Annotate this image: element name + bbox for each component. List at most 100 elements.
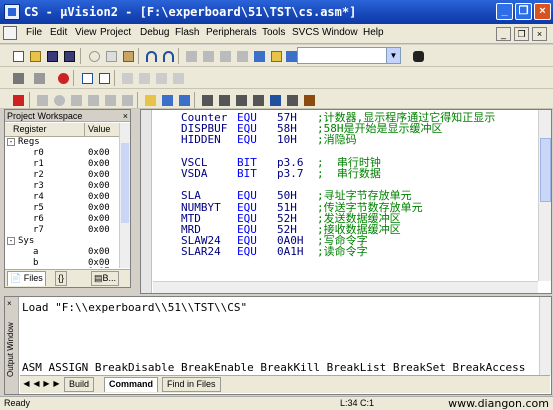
stop-icon[interactable]	[51, 92, 66, 107]
find-in-files-icon[interactable]	[268, 48, 283, 63]
cut-icon[interactable]	[86, 48, 101, 63]
menu-svcs[interactable]: SVCS	[292, 27, 319, 38]
find-next-icon[interactable]	[217, 48, 232, 63]
menu-debug[interactable]: Debug	[140, 27, 169, 38]
output-scrollbar[interactable]	[539, 297, 551, 375]
enable-breakpoint-icon[interactable]	[176, 92, 191, 107]
scrollbar-thumb[interactable]	[121, 143, 129, 223]
close-icon[interactable]: ×	[7, 299, 12, 308]
new-file-icon[interactable]	[10, 48, 25, 63]
register-row[interactable]: a 0x00	[5, 247, 120, 258]
tree-group-sys[interactable]: - Sys	[5, 236, 120, 247]
document-icon[interactable]	[3, 26, 17, 40]
bookmark-icon[interactable]	[183, 48, 198, 63]
find-prev-icon[interactable]	[200, 48, 215, 63]
mdi-minimize-button[interactable]: _	[496, 27, 511, 41]
tab-functions[interactable]: {}	[55, 271, 68, 286]
tab-build[interactable]: Build	[64, 377, 95, 392]
indent-icon[interactable]	[251, 48, 266, 63]
close-icon[interactable]: ×	[123, 111, 128, 121]
menu-help[interactable]: Help	[363, 27, 384, 38]
maximize-button[interactable]: ❐	[515, 3, 532, 20]
memory-window-icon[interactable]	[136, 70, 151, 85]
run-to-cursor-icon[interactable]	[119, 92, 134, 107]
step-out-icon[interactable]	[102, 92, 117, 107]
unindent-icon[interactable]	[283, 48, 298, 63]
register-row[interactable]: r6 0x00	[5, 214, 120, 225]
register-row[interactable]: r3 0x00	[5, 181, 120, 192]
collapse-icon[interactable]: -	[7, 237, 15, 245]
menu-peripherals[interactable]: Peripherals	[206, 27, 257, 38]
step-into-icon[interactable]	[68, 92, 83, 107]
trace-icon[interactable]	[250, 92, 265, 107]
column-register[interactable]: Register	[13, 124, 47, 134]
next-tab-icon[interactable]: ▶	[42, 379, 51, 389]
register-row[interactable]: r7 0x00	[5, 225, 120, 236]
menu-window[interactable]: Window	[322, 27, 358, 38]
tools-icon[interactable]	[284, 92, 299, 107]
register-row[interactable]: r2 0x00	[5, 170, 120, 181]
analysis-icon[interactable]	[199, 92, 214, 107]
menu-edit[interactable]: Edit	[50, 27, 67, 38]
performance-icon[interactable]	[216, 92, 231, 107]
tab-command[interactable]: Command	[104, 377, 159, 392]
mdi-restore-button[interactable]: ❐	[514, 27, 529, 41]
find-combo[interactable]: ▼	[297, 47, 401, 64]
column-value[interactable]: Value	[88, 124, 110, 134]
binoculars-icon[interactable]	[410, 48, 425, 63]
copy-icon[interactable]	[103, 48, 118, 63]
menu-view[interactable]: View	[75, 27, 97, 38]
save-icon[interactable]	[44, 48, 59, 63]
scrollbar-thumb[interactable]	[540, 138, 551, 202]
open-file-icon[interactable]	[27, 48, 42, 63]
reset-icon[interactable]	[10, 92, 25, 107]
tab-books[interactable]: ▤B...	[91, 271, 120, 286]
undo-icon[interactable]	[143, 48, 158, 63]
print-preview-icon[interactable]	[31, 70, 46, 85]
paste-icon[interactable]	[120, 48, 135, 63]
show-next-statement-icon[interactable]	[142, 92, 157, 107]
debug-session-icon[interactable]	[55, 70, 70, 85]
chevron-down-icon[interactable]: ▼	[386, 48, 400, 63]
symbols-window-icon[interactable]	[170, 70, 185, 85]
step-over-icon[interactable]	[85, 92, 100, 107]
code-coverage-icon[interactable]	[233, 92, 248, 107]
menu-file[interactable]: File	[26, 27, 42, 38]
register-name: r4	[33, 192, 44, 202]
tree-group-regs[interactable]: - Regs	[5, 137, 120, 148]
project-window-icon[interactable]	[79, 70, 94, 85]
close-button[interactable]: ×	[534, 3, 551, 20]
logic-analyzer-icon[interactable]	[267, 92, 282, 107]
source-editor[interactable]: Counter EQU 57H ;计数器,显示程序通过它得知正显示 DISPBUF EQU…	[140, 109, 552, 294]
register-row[interactable]: r4 0x00	[5, 192, 120, 203]
clear-bookmarks-icon[interactable]	[234, 48, 249, 63]
run-icon[interactable]	[34, 92, 49, 107]
editor-horizontal-scrollbar[interactable]	[153, 281, 538, 293]
mdi-close-button[interactable]: ×	[532, 27, 547, 41]
first-tab-icon[interactable]: ◀	[22, 379, 31, 389]
print-icon[interactable]	[10, 70, 25, 85]
watch-window-icon[interactable]	[119, 70, 134, 85]
collapse-icon[interactable]: -	[7, 138, 15, 146]
register-row[interactable]: r1 0x00	[5, 159, 120, 170]
tab-find-in-files[interactable]: Find in Files	[162, 377, 221, 392]
register-row[interactable]: r0 0x00	[5, 148, 120, 159]
output-window-icon[interactable]	[96, 70, 111, 85]
save-all-icon[interactable]	[61, 48, 76, 63]
menu-tools[interactable]: Tools	[262, 27, 285, 38]
register-row[interactable]: r5 0x00	[5, 203, 120, 214]
tab-files[interactable]: 📄 Files	[7, 271, 46, 286]
menu-flash[interactable]: Flash	[175, 27, 199, 38]
disassembly-window-icon[interactable]	[153, 70, 168, 85]
prev-tab-icon[interactable]: ◀	[32, 379, 41, 389]
minimize-button[interactable]: _	[496, 3, 513, 20]
last-tab-icon[interactable]: ▶	[52, 379, 61, 389]
register-row[interactable]: sp 0x07	[5, 267, 120, 268]
insert-breakpoint-icon[interactable]	[159, 92, 174, 107]
editor-vertical-scrollbar[interactable]	[538, 110, 551, 281]
redo-icon[interactable]	[160, 48, 175, 63]
hammer-icon[interactable]	[301, 92, 316, 107]
menu-project[interactable]: Project	[100, 27, 131, 38]
workspace-scrollbar[interactable]	[119, 123, 130, 268]
editor-gutter[interactable]	[141, 110, 152, 293]
